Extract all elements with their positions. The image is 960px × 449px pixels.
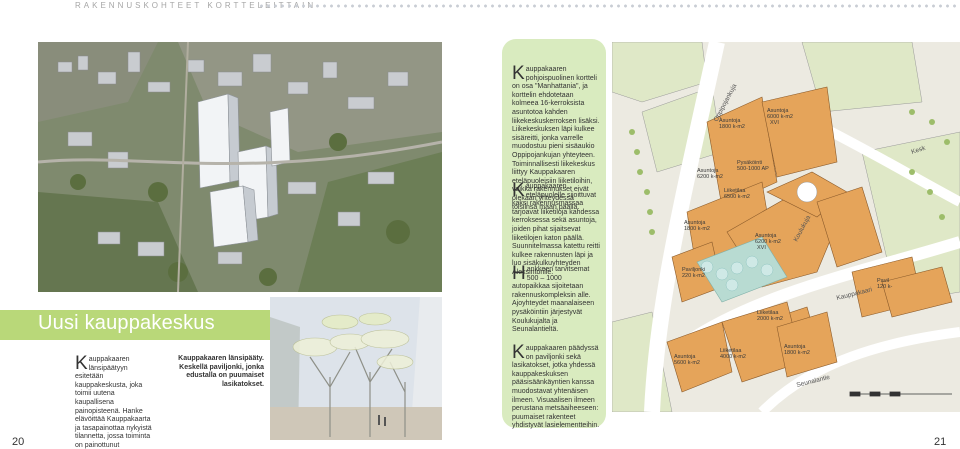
panel-paragraph-3: Hankkeen tarvitsemat 500 – 1000 autopaik… (512, 263, 600, 335)
page-number-right: 21 (934, 436, 947, 448)
drop-cap: K (512, 180, 525, 201)
drop-cap: K (512, 63, 525, 84)
image-caption: Kauppakaaren länsipääty. Keskellä pavilj… (178, 355, 264, 388)
pavilion-render-image (270, 297, 442, 440)
drop-cap: H (512, 263, 526, 284)
page-number-left: 20 (12, 436, 25, 448)
drop-cap: K (512, 342, 525, 363)
section-title: Uusi kauppakeskus (38, 312, 215, 334)
panel-text-4: auppakaaren päädyssä on paviljonki sekä … (512, 345, 600, 430)
drop-cap: K (75, 353, 88, 374)
site-plan-map: Asuntoja 6000 k-m2 XVI Asuntoja 1800 k-m2 A… (612, 42, 960, 412)
panel-paragraph-4: Kauppakaaren päädyssä on paviljonki sekä… (512, 342, 600, 431)
header-dot-pattern (258, 3, 960, 9)
intro-paragraph: Kauppakaaren länsipäätyyn esitetään kaup… (75, 353, 155, 449)
panel-text-2: auppakaaren eteläpuolelle sijoittuvat ka… (512, 183, 600, 276)
map-label: Paviljonki 220 k-m2 (682, 267, 705, 279)
aerial-photo (38, 42, 442, 292)
